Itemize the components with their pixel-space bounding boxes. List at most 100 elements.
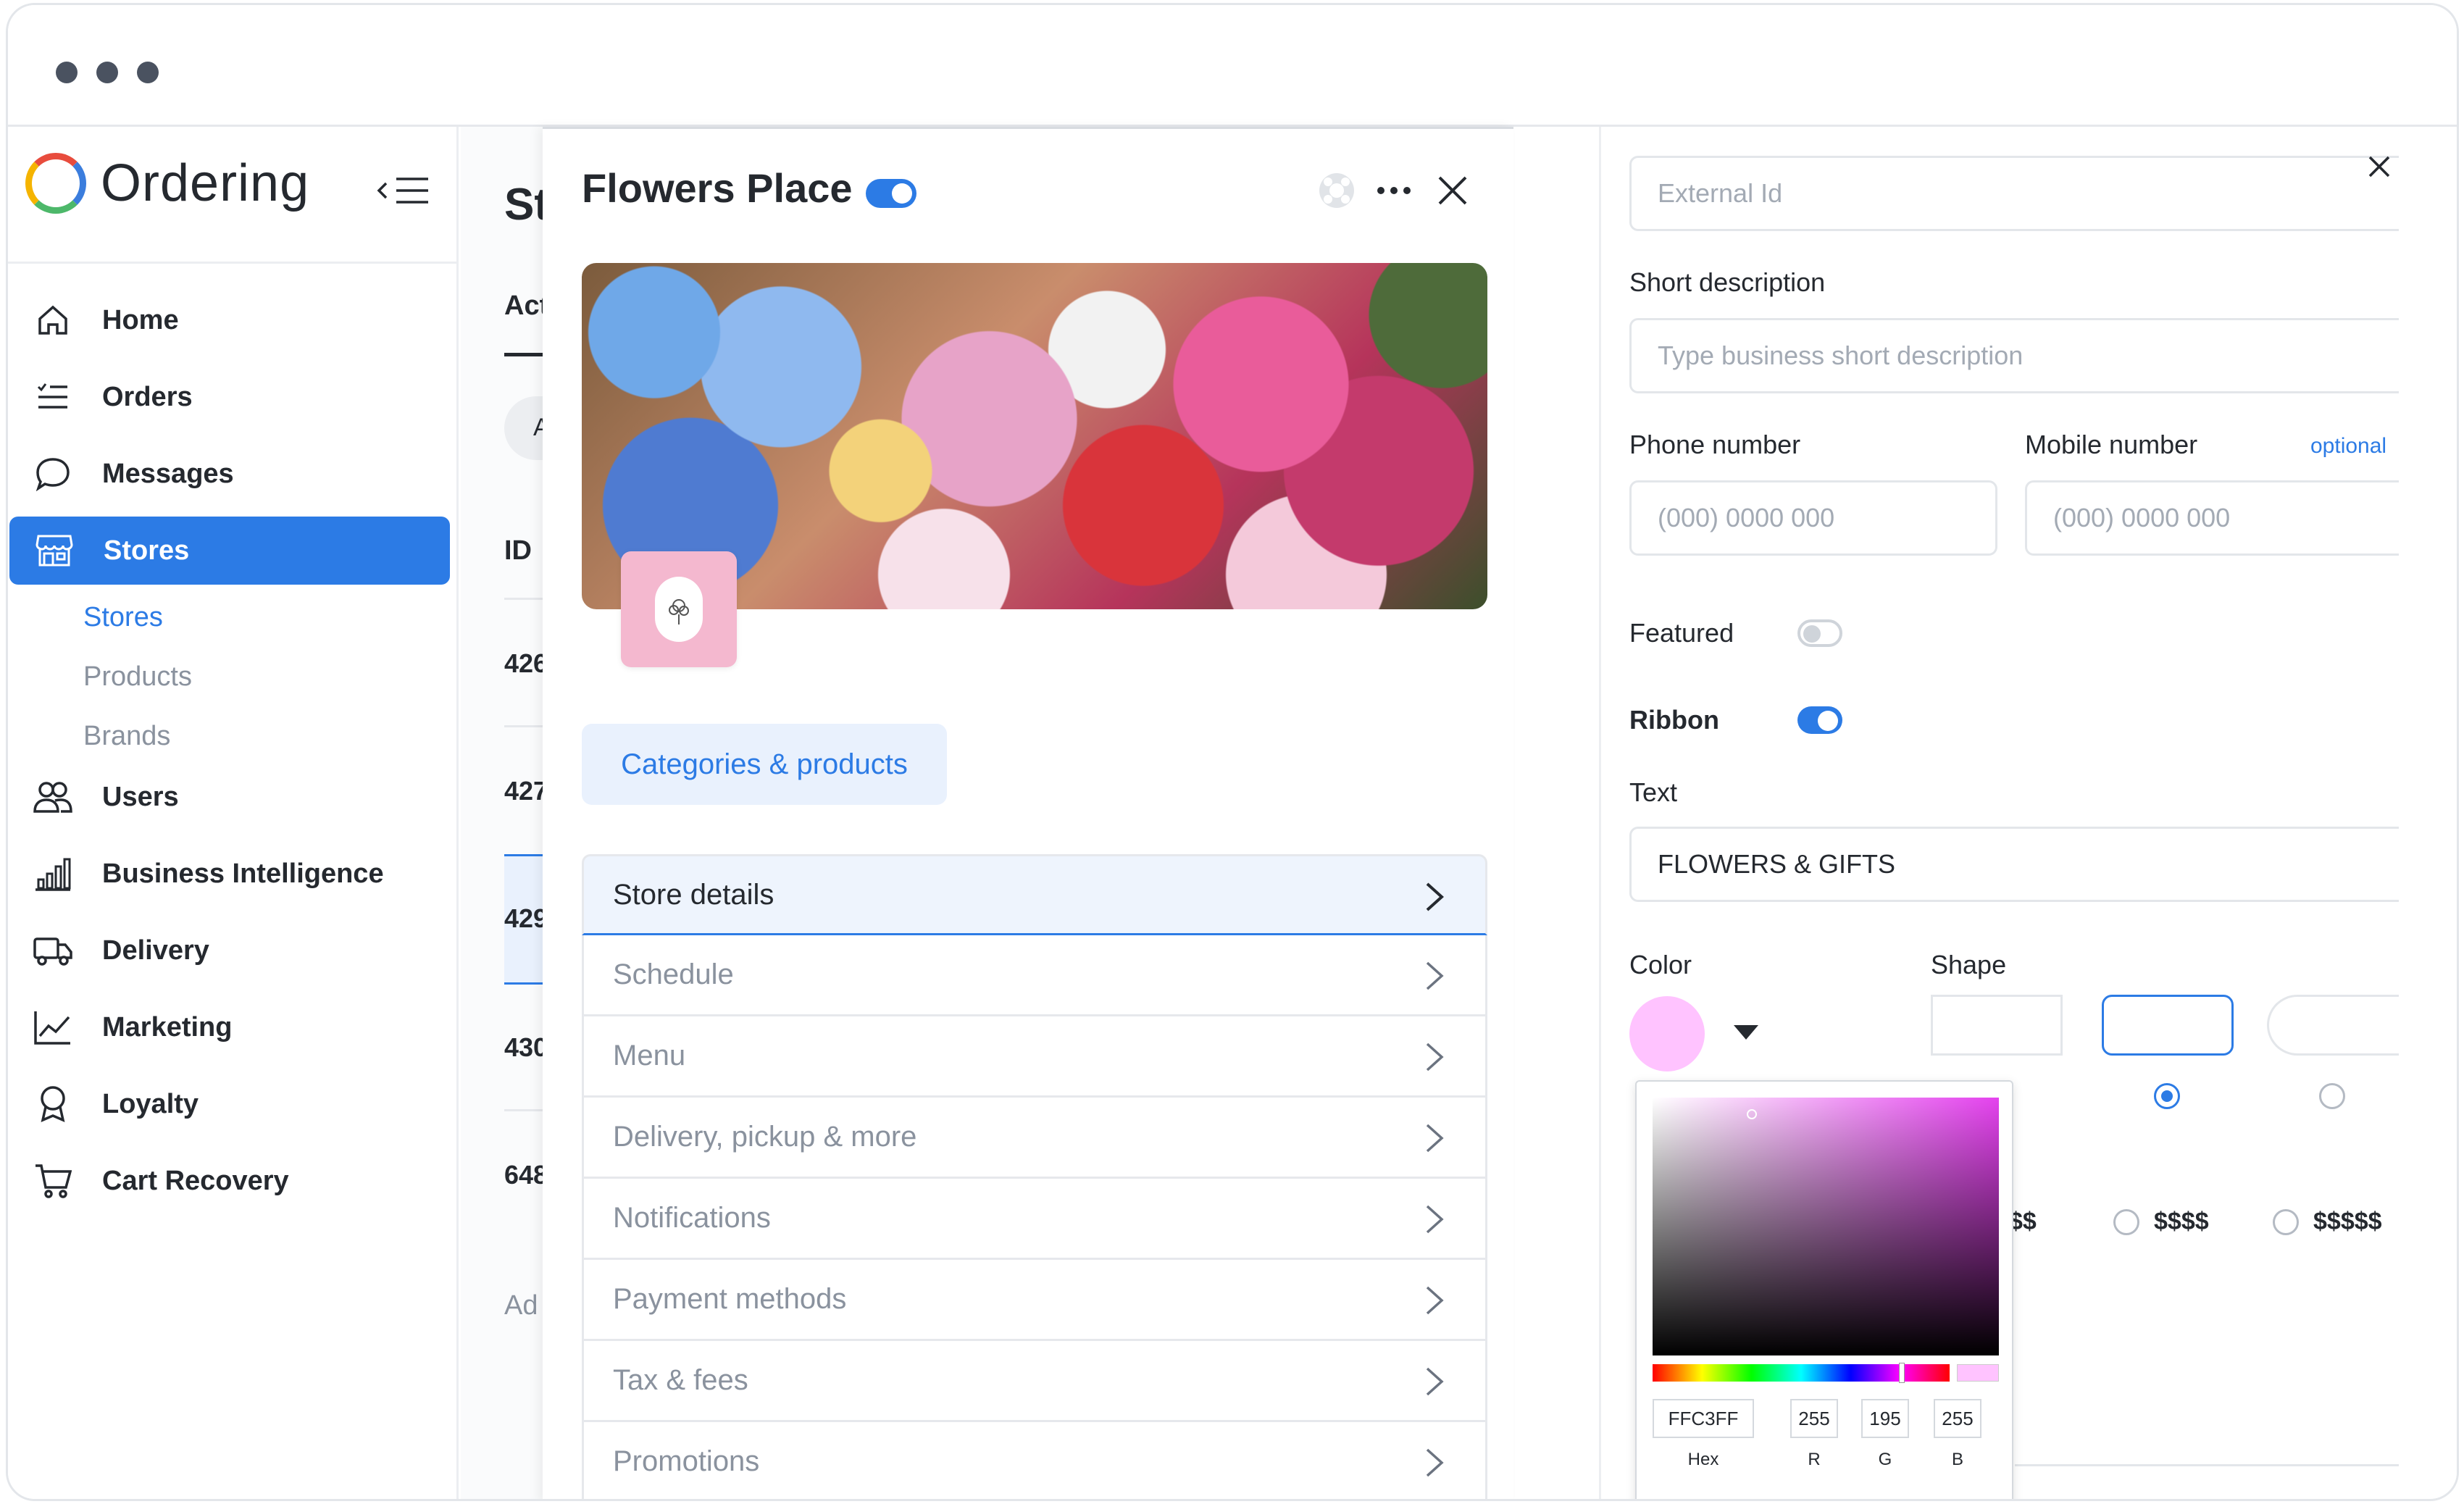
sidebar-item-label: Stores (104, 535, 190, 566)
collapse-sidebar-icon[interactable] (376, 173, 430, 208)
sidebar-subitem-products[interactable]: Products (83, 661, 192, 693)
saturation-cursor[interactable] (1747, 1109, 1757, 1119)
sidebar-item-home[interactable]: Home (8, 286, 459, 354)
sidebar-item-label: Users (102, 781, 179, 812)
form-divider (1599, 127, 1601, 1499)
chat-icon (33, 454, 73, 494)
list-icon (33, 377, 73, 417)
sidebar-item-users[interactable]: Users (8, 763, 459, 831)
blue-input[interactable]: 255 (1934, 1399, 1981, 1438)
sidebar-subitem-brands[interactable]: Brands (83, 721, 170, 752)
close-form-icon[interactable] (2367, 154, 2392, 179)
sidebar-item-label: Home (102, 304, 179, 335)
menu-delivery-pickup[interactable]: Delivery, pickup & more (582, 1098, 1487, 1179)
app-logo[interactable]: Ordering (25, 153, 309, 214)
hex-input[interactable]: FFC3FF (1653, 1399, 1754, 1438)
sidebar-item-marketing[interactable]: Marketing (8, 993, 459, 1061)
sidebar-item-delivery[interactable]: Delivery (8, 916, 459, 985)
menu-promotions[interactable]: Promotions (582, 1422, 1487, 1499)
sidebar-item-label: Messages (102, 458, 234, 489)
sidebar-item-stores[interactable]: Stores (9, 517, 450, 585)
app-window: Ordering Home Orders Messages Stores Sto… (6, 3, 2459, 1501)
color-label: Color (1629, 950, 1692, 979)
short-description-input[interactable]: Type business short description (1629, 318, 2399, 393)
sidebar: Ordering Home Orders Messages Stores Sto… (8, 127, 459, 1499)
color-swatch[interactable] (1629, 996, 1705, 1071)
chevron-right-icon (1426, 1043, 1444, 1071)
featured-toggle[interactable] (1797, 619, 1842, 647)
shape-pill-radio[interactable] (2319, 1083, 2345, 1109)
external-id-input[interactable]: External Id (1629, 156, 2399, 231)
categories-products-button[interactable]: Categories & products (582, 724, 947, 805)
store-name: Flowers Place (582, 165, 853, 211)
app-name: Ordering (101, 154, 310, 212)
ribbon-toggle[interactable] (1797, 706, 1842, 734)
menu-item-label: Delivery, pickup & more (613, 1121, 917, 1153)
saturation-area[interactable] (1653, 1098, 1999, 1355)
store-logo[interactable] (621, 551, 737, 667)
chevron-right-icon (1426, 1367, 1444, 1396)
mobile-number-label: Mobile number (2025, 430, 2198, 459)
store-logo-image (655, 577, 703, 642)
window-maximize-dot[interactable] (137, 62, 159, 83)
add-store-link[interactable]: Ad (504, 1290, 538, 1321)
price-level-4-radio[interactable] (2113, 1209, 2139, 1235)
featured-label: Featured (1629, 618, 1734, 648)
sidebar-item-loyalty[interactable]: Loyalty (8, 1070, 459, 1138)
store-panel: Flowers Place Categories & products Stor… (543, 127, 1513, 1499)
menu-item-label: Promotions (613, 1445, 760, 1477)
menu-notifications[interactable]: Notifications (582, 1179, 1487, 1260)
sidebar-item-label: Delivery (102, 935, 209, 966)
table-row[interactable]: 426 (504, 648, 548, 679)
red-input[interactable]: 255 (1790, 1399, 1838, 1438)
menu-store-details[interactable]: Store details (582, 854, 1487, 935)
hue-slider-handle[interactable] (1899, 1363, 1905, 1383)
shape-pill[interactable] (2267, 995, 2399, 1056)
store-enabled-toggle[interactable] (866, 179, 916, 208)
stores-list-area: St Act A ID 426 427 429 430 648 Ad (461, 127, 555, 1499)
caret-down-icon[interactable] (1732, 1024, 1760, 1041)
ribbon-text-label: Text (1629, 777, 1678, 807)
sidebar-item-label: Orders (102, 381, 193, 412)
sidebar-divider (8, 262, 459, 264)
hue-slider[interactable] (1653, 1363, 1950, 1383)
sidebar-item-label: Marketing (102, 1011, 233, 1043)
sidebar-subitem-stores[interactable]: Stores (83, 602, 163, 633)
shape-rounded-radio[interactable] (2154, 1083, 2180, 1109)
price-level-5-radio[interactable] (2273, 1209, 2299, 1235)
table-row[interactable]: 648 (504, 1160, 548, 1190)
menu-payment-methods[interactable]: Payment methods (582, 1260, 1487, 1341)
sidebar-item-orders[interactable]: Orders (8, 363, 459, 431)
sidebar-item-messages[interactable]: Messages (8, 440, 459, 508)
shape-square[interactable] (1931, 995, 2063, 1056)
phone-number-input[interactable]: (000) 0000 000 (1629, 480, 1997, 556)
phone-number-label: Phone number (1629, 430, 1801, 459)
shape-label: Shape (1931, 950, 2007, 979)
table-row[interactable]: 429 (504, 903, 548, 934)
price-level-label: $$$$$ (2313, 1208, 2382, 1235)
chevron-right-icon (1426, 1286, 1444, 1315)
sidebar-item-label: Cart Recovery (102, 1165, 289, 1196)
color-picker-popover: FFC3FF 255 195 255 Hex R G B (1635, 1080, 2013, 1499)
menu-schedule[interactable]: Schedule (582, 935, 1487, 1016)
table-row[interactable]: 430 (504, 1032, 548, 1063)
sidebar-item-business-intelligence[interactable]: Business Intelligence (8, 840, 459, 908)
shape-rounded[interactable] (2102, 995, 2234, 1056)
window-minimize-dot[interactable] (96, 62, 118, 83)
window-close-dot[interactable] (56, 62, 78, 83)
menu-item-label: Store details (613, 878, 774, 911)
mobile-number-input[interactable]: (000) 0000 000 (2025, 480, 2399, 556)
ribbon-text-input[interactable]: FLOWERS & GIFTS (1629, 827, 2399, 902)
green-input[interactable]: 195 (1861, 1399, 1909, 1438)
more-options-icon[interactable] (1376, 182, 1412, 199)
languages-icon[interactable] (1316, 170, 1357, 211)
sidebar-item-cart-recovery[interactable]: Cart Recovery (8, 1147, 459, 1215)
table-header-id: ID (504, 535, 532, 566)
form-divider-bottom (2015, 1464, 2399, 1466)
menu-menu[interactable]: Menu (582, 1016, 1487, 1098)
table-row[interactable]: 427 (504, 776, 548, 806)
blue-label: B (1951, 1450, 1963, 1469)
close-icon[interactable] (1437, 175, 1469, 206)
chevron-right-icon (1426, 1124, 1444, 1153)
menu-tax-fees[interactable]: Tax & fees (582, 1341, 1487, 1422)
